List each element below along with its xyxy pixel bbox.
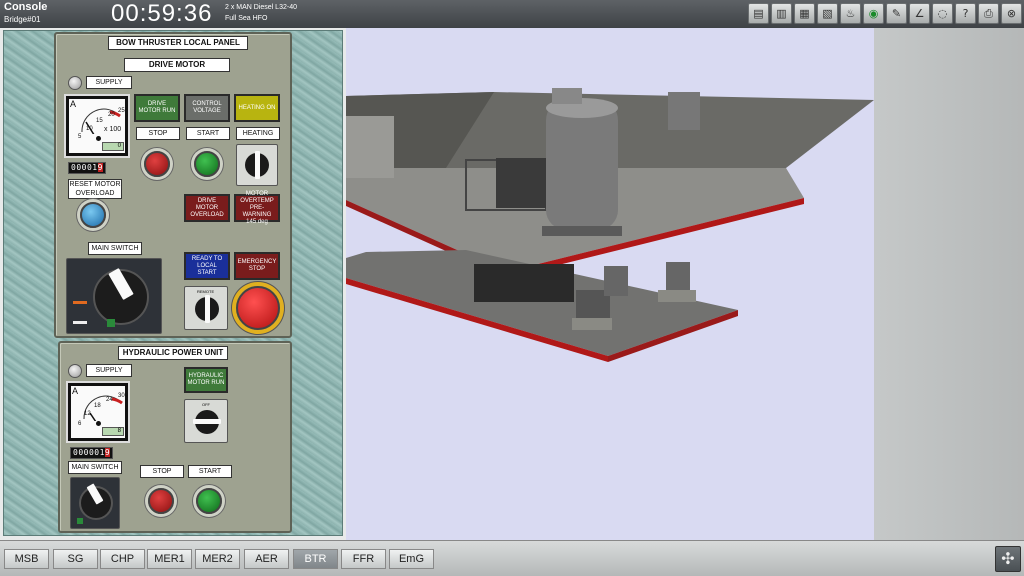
panel-title: BOW THRUSTER LOCAL PANEL [108,36,248,50]
simulation-clock: 00:59:36 [111,0,213,27]
hpu-supply-label: SUPPLY [86,364,132,377]
hpu-supply-lamp [68,364,82,378]
drive-main-switch[interactable] [66,258,162,334]
heating-label: HEATING [236,127,280,140]
hpu-main-switch-label: MAIN SWITCH [68,461,122,474]
drive-hour-counter: 000019 [68,162,106,174]
tab-aer[interactable]: AER [244,549,289,569]
tab-mer1[interactable]: MER1 [147,549,192,569]
reset-overload-label: RESET MOTOR OVERLOAD [68,179,122,199]
drive-motor-run-indicator: DRIVE MOTOR RUN [134,94,180,122]
heating-switch[interactable] [236,144,278,186]
fuel-info: Full Sea HFO [225,15,268,22]
tab-chp[interactable]: CHP [100,549,145,569]
hydraulic-motor-run-indicator: HYDRAULIC MOTOR RUN [184,367,228,393]
emergency-stop-button[interactable] [236,286,280,330]
hpu-stop-button[interactable] [148,488,174,514]
drive-ammeter: A 10 15 20 25 5 x 100 0 [64,94,130,158]
drive-motor-panel: BOW THRUSTER LOCAL PANEL DRIVE MOTOR SUP… [54,32,292,338]
control-voltage-indicator: CONTROL VOLTAGE [184,94,230,122]
top-bar: Console Bridge#01 00:59:36 2 x MAN Diese… [0,0,1024,28]
tab-btr[interactable]: BTR [293,549,338,569]
supply-label: SUPPLY [86,76,132,89]
toolbar-icons: ▤ ▥ ▦ ▧ ♨ ◉ ✎ ∠ ◌ ? ⎙ ⊗ [748,3,1022,24]
stop-label: STOP [136,127,180,140]
ammeter-window: 0 [102,142,124,151]
reset-overload-button[interactable] [80,202,106,228]
status-icon[interactable]: ◉ [863,3,884,24]
overtemp-indicator: MOTOR OVERTEMP PRE-WARNING 145 deg [234,191,280,225]
trend-icon[interactable]: ▧ [817,3,838,24]
station-label: Bridge#01 [4,15,41,24]
hpu-stop-label: STOP [140,465,184,478]
alarm-list-icon[interactable]: ▥ [771,3,792,24]
graph-icon[interactable]: ∠ [909,3,930,24]
hpu-start-label: START [188,465,232,478]
emergency-stop-indicator: EMERGENCY STOP [234,252,280,280]
chat-icon[interactable]: ◌ [932,3,953,24]
console-title: Console [4,1,48,13]
supply-lamp [68,76,82,90]
engine-room-render [346,88,874,362]
bottom-tab-bar: MSB SG CHP MER1 MER2 AER BTR FFR EmG ✣ [0,540,1024,576]
hpu-main-switch[interactable] [70,477,120,529]
start-label: START [186,127,230,140]
log-icon[interactable]: ▦ [794,3,815,24]
exit-icon[interactable]: ⊗ [1001,3,1022,24]
print-icon[interactable]: ⎙ [978,3,999,24]
drive-section-title: DRIVE MOTOR [124,58,230,72]
local-remote-switch[interactable]: REMOTE [184,286,228,330]
hpu-section-title: HYDRAULIC POWER UNIT [118,346,228,360]
notes-icon[interactable]: ✎ [886,3,907,24]
help-icon[interactable]: ? [955,3,976,24]
engine-info: 2 x MAN Diesel L32-40 [225,4,297,11]
drive-stop-button[interactable] [144,151,170,177]
layout-icon[interactable]: ▤ [748,3,769,24]
tab-emg[interactable]: EmG [389,549,434,569]
hpu-ammeter-window: 8 [102,427,124,436]
thruster-room-3d-view[interactable] [346,28,874,540]
fan-icon[interactable]: ✣ [995,546,1021,572]
right-side-area [874,28,1024,540]
hpu-ammeter: A 6 12 18 24 30 8 [66,381,130,443]
hydraulic-panel: HYDRAULIC POWER UNIT SUPPLY A 6 12 18 24… [58,341,292,533]
ready-local-start-indicator: READY TO LOCAL START [184,252,230,280]
main-switch-label: MAIN SWITCH [88,242,142,255]
heating-on-indicator: HEATING ON [234,94,280,122]
tab-msb[interactable]: MSB [4,549,49,569]
tab-ffr[interactable]: FFR [341,549,386,569]
hpu-off-remote-switch[interactable]: OFF [184,399,228,443]
hpu-hour-counter: 0000019 [70,447,114,459]
ammeter-multiplier: x 100 [104,126,122,133]
app-root: Console Bridge#01 00:59:36 2 x MAN Diese… [0,0,1024,576]
drive-start-button[interactable] [194,151,220,177]
hpu-start-button[interactable] [196,488,222,514]
drive-overload-indicator: DRIVE MOTOR OVERLOAD [184,194,230,222]
tab-mer2[interactable]: MER2 [195,549,240,569]
sound-icon[interactable]: ♨ [840,3,861,24]
tab-sg[interactable]: SG [53,549,98,569]
